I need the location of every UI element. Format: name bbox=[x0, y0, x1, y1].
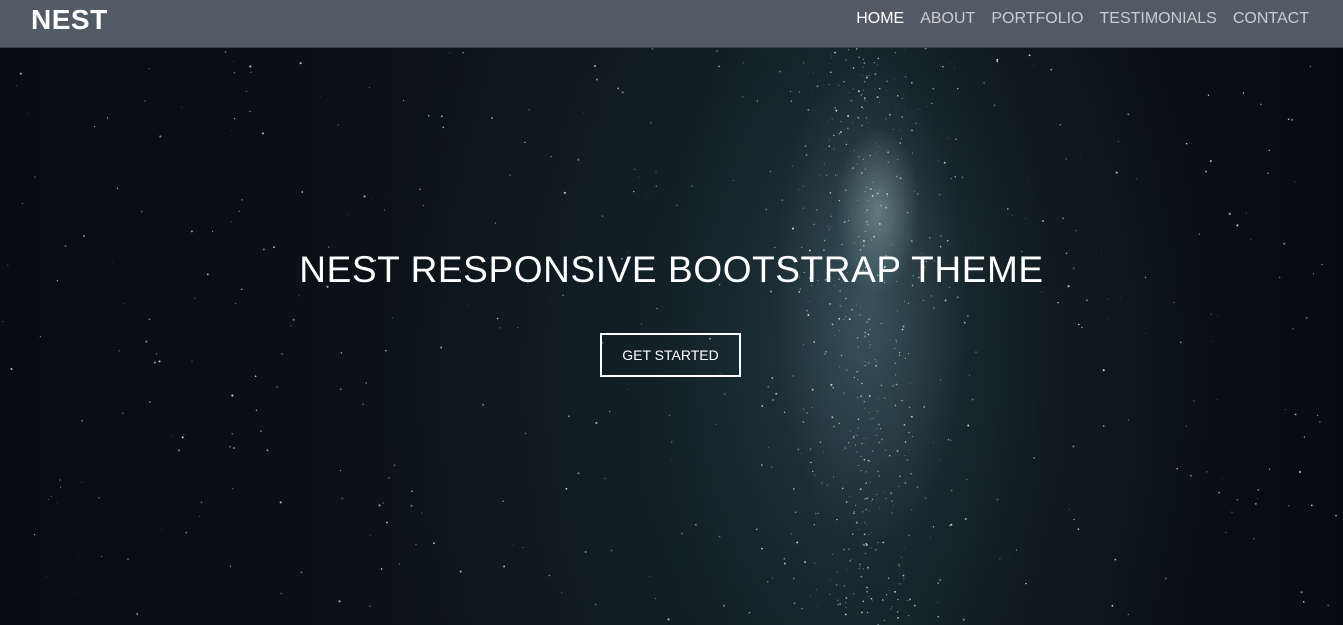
nav-item-contact[interactable]: CONTACT bbox=[1233, 0, 1309, 38]
nav-item-portfolio[interactable]: PORTFOLIO bbox=[991, 0, 1083, 38]
hero-title: NEST RESPONSIVE BOOTSTRAP THEME bbox=[299, 249, 1044, 290]
brand-logo[interactable]: NEST bbox=[31, 4, 108, 36]
hero-starfield-background: NEST RESPONSIVE BOOTSTRAP THEME GET STAR… bbox=[0, 0, 1343, 625]
nav-menu: HOME ABOUT PORTFOLIO TESTIMONIALS CONTAC… bbox=[840, 0, 1309, 38]
page: NEST RESPONSIVE BOOTSTRAP THEME GET STAR… bbox=[0, 0, 1343, 625]
get-started-button[interactable]: GET STARTED bbox=[600, 333, 741, 377]
nav-item-testimonials[interactable]: TESTIMONIALS bbox=[1100, 0, 1217, 38]
nav-item-about[interactable]: ABOUT bbox=[920, 0, 975, 38]
top-navbar: NEST HOME ABOUT PORTFOLIO TESTIMONIALS C… bbox=[0, 0, 1343, 48]
starfield-image bbox=[2, 47, 1337, 625]
nav-item-home[interactable]: HOME bbox=[856, 0, 904, 38]
